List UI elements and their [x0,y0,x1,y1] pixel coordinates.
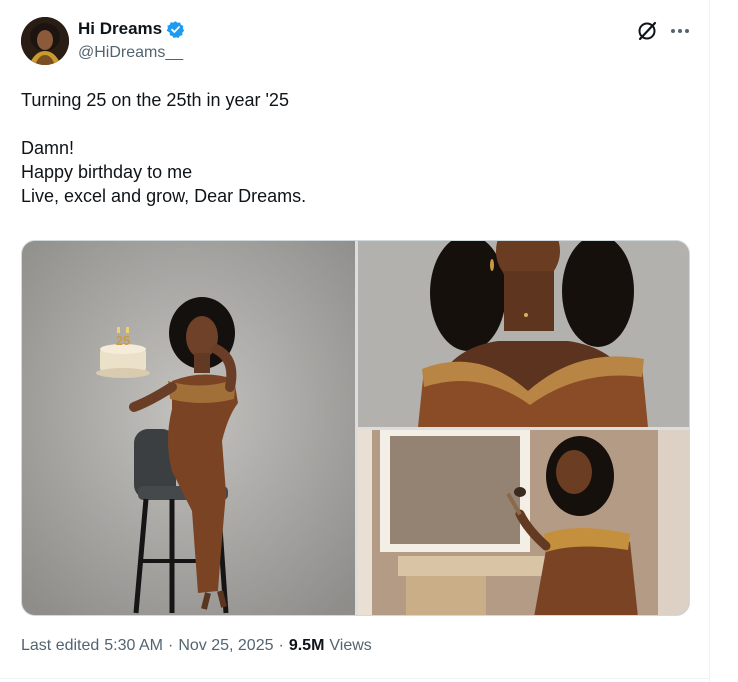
avatar-portrait-icon [21,17,69,65]
author-name-row[interactable]: Hi Dreams [78,19,185,39]
more-horizontal-icon [671,29,689,33]
edited-label[interactable]: Last edited [21,637,99,655]
tweet-date[interactable]: Nov 25, 2025 [178,637,273,655]
media-grid: 25 [21,240,690,616]
tweet-line: Happy birthday to me [21,162,193,182]
tweet-meta: Last edited 5:30 AM · Nov 25, 2025 · 9.5… [21,637,372,655]
tweet-time[interactable]: 5:30 AM [104,637,163,655]
grok-button[interactable] [636,20,658,42]
meta-separator: · [167,637,174,654]
tweet-text: Turning 25 on the 25th in year '25 Damn!… [21,88,691,208]
grok-icon [638,21,657,41]
cake-topper-number: 25 [116,333,130,348]
tweet-bottom-divider [0,678,709,679]
photo-image: 25 [22,241,355,615]
more-options-button[interactable] [668,20,692,42]
photo-woman-with-birthday-cake[interactable]: 25 [22,241,355,615]
tweet-line: Damn! [21,138,75,158]
display-name[interactable]: Hi Dreams [78,19,162,39]
author-handle[interactable]: @HiDreams__ [78,44,183,62]
photo-woman-gold-dress-closeup[interactable] [358,241,689,427]
tweet-line: Live, excel and grow, Dear Dreams. [21,186,307,206]
column-divider [709,0,710,682]
views-count: 9.5M [288,637,325,654]
photo-image [358,241,689,427]
photo-image [358,430,689,615]
verified-badge-icon [166,20,185,38]
photo-woman-makeup-vanity[interactable] [358,430,689,615]
avatar[interactable] [21,17,69,65]
meta-separator: · [278,637,284,654]
tweet-line: Turning 25 on the 25th in year '25 [21,90,289,110]
views-label: Views [329,637,372,654]
